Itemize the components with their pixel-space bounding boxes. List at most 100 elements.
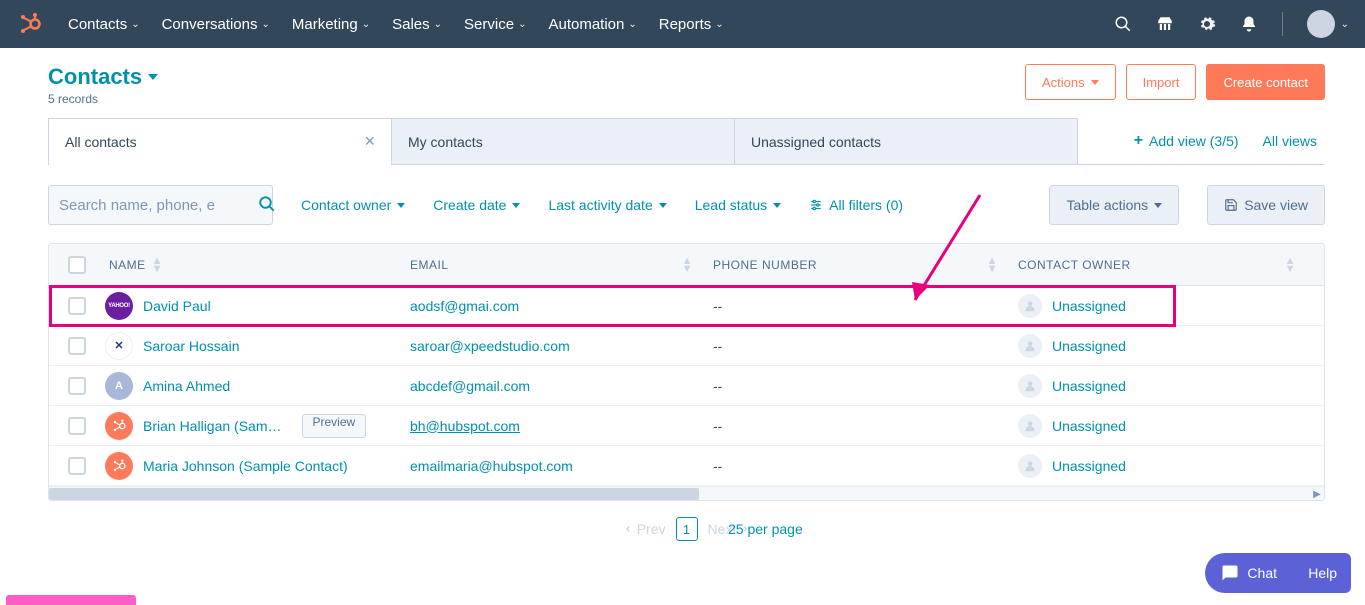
table-row[interactable]: ✕Saroar Hossainsaroar@xpeedstudio.com--U…: [49, 326, 1324, 366]
filter-contact-owner[interactable]: Contact owner: [301, 197, 405, 213]
email-link[interactable]: emailmaria@hubspot.com: [410, 458, 573, 474]
cell-email: bh@hubspot.com: [410, 418, 713, 434]
filter-lead-status[interactable]: Lead status: [695, 197, 781, 213]
email-link[interactable]: abcdef@gmail.com: [410, 378, 530, 394]
cell-phone: --: [713, 378, 1018, 394]
chevron-down-icon: [1154, 203, 1162, 208]
contact-name-link[interactable]: Brian Halligan (Sam…: [143, 418, 282, 434]
nav-conversations[interactable]: Conversations⌄: [162, 16, 270, 33]
column-owner[interactable]: CONTACT OWNER▲▼: [1018, 257, 1324, 273]
view-tabs: All contacts × My contacts Unassigned co…: [48, 118, 1325, 165]
contact-name-link[interactable]: David Paul: [143, 298, 211, 314]
cell-email: abcdef@gmail.com: [410, 378, 713, 394]
filter-last-activity[interactable]: Last activity date: [548, 197, 666, 213]
email-link[interactable]: aodsf@gmai.com: [410, 298, 519, 314]
filter-bar: Contact owner Create date Last activity …: [48, 185, 1325, 225]
tab-label: Unassigned contacts: [751, 134, 881, 150]
tab-unassigned-contacts[interactable]: Unassigned contacts: [734, 118, 1078, 164]
cell-phone: --: [713, 418, 1018, 434]
actions-button[interactable]: Actions: [1025, 64, 1116, 100]
preview-button[interactable]: Preview: [302, 414, 367, 438]
nav-service[interactable]: Service⌄: [464, 16, 526, 33]
help-widget[interactable]: Help: [1294, 553, 1351, 593]
per-page-select[interactable]: 25 per page: [728, 521, 809, 537]
sort-icon: ▲▼: [1285, 257, 1296, 273]
gear-icon[interactable]: [1198, 15, 1216, 33]
email-link[interactable]: saroar@xpeedstudio.com: [410, 338, 570, 354]
column-phone[interactable]: PHONE NUMBER▲▼: [713, 257, 1018, 273]
bell-icon[interactable]: [1240, 15, 1258, 33]
cell-phone: --: [713, 298, 1018, 314]
chevron-down-icon: [1091, 80, 1099, 85]
table-row[interactable]: Maria Johnson (Sample Contact) emailmaria…: [49, 446, 1324, 486]
user-avatar: [1307, 10, 1335, 38]
sort-icon: ▲▼: [682, 257, 693, 273]
all-filters-button[interactable]: All filters (0): [809, 197, 903, 213]
nav-marketing[interactable]: Marketing⌄: [292, 16, 370, 33]
close-icon[interactable]: ×: [364, 131, 375, 152]
chat-widget[interactable]: Chat: [1205, 553, 1293, 593]
page-number[interactable]: 1: [676, 517, 698, 541]
search-input-wrap: [48, 185, 273, 225]
owner-link[interactable]: Unassigned: [1052, 378, 1126, 394]
filter-create-date[interactable]: Create date: [433, 197, 520, 213]
cell-name: AAmina Ahmed: [105, 372, 410, 400]
contact-avatar: ✕: [105, 332, 133, 360]
email-link[interactable]: bh@hubspot.com: [410, 418, 520, 434]
contact-name-link[interactable]: Amina Ahmed: [143, 378, 230, 394]
hubspot-logo[interactable]: [16, 10, 44, 38]
all-views-link[interactable]: All views: [1263, 133, 1317, 149]
owner-avatar: [1018, 294, 1042, 318]
owner-avatar: [1018, 454, 1042, 478]
search-icon[interactable]: [1114, 15, 1132, 33]
nav-sales[interactable]: Sales⌄: [392, 16, 442, 33]
nav-contacts[interactable]: Contacts⌄: [68, 16, 140, 33]
nav-reports[interactable]: Reports⌄: [659, 16, 724, 33]
owner-link[interactable]: Unassigned: [1052, 458, 1126, 474]
import-button[interactable]: Import: [1126, 64, 1197, 100]
table-row[interactable]: YAHOO! David Paul aodsf@gmai.com -- Unassign…: [49, 286, 1324, 326]
search-icon[interactable]: [258, 195, 276, 216]
cell-owner: Unassigned: [1018, 374, 1324, 398]
row-checkbox[interactable]: [68, 297, 86, 315]
page-title[interactable]: Contacts: [48, 64, 158, 90]
row-checkbox[interactable]: [68, 337, 86, 355]
owner-link[interactable]: Unassigned: [1052, 418, 1126, 434]
row-checkbox[interactable]: [68, 417, 86, 435]
contact-avatar: YAHOO!: [105, 292, 133, 320]
tab-all-contacts[interactable]: All contacts ×: [48, 118, 392, 164]
owner-link[interactable]: Unassigned: [1052, 298, 1126, 314]
contacts-table: NAME▲▼ EMAIL▲▼ PHONE NUMBER▲▼ CONTACT OW…: [48, 243, 1325, 501]
select-all-checkbox[interactable]: [68, 256, 86, 274]
chevron-down-icon: [148, 74, 158, 80]
sort-icon: ▲▼: [152, 257, 163, 273]
column-email[interactable]: EMAIL▲▼: [410, 257, 713, 273]
marketplace-icon[interactable]: [1156, 15, 1174, 33]
cell-name: YAHOO! David Paul: [105, 292, 410, 320]
account-menu[interactable]: ⌄: [1307, 10, 1349, 38]
table-row[interactable]: AAmina Ahmedabcdef@gmail.com -- Unassigned: [49, 366, 1324, 406]
contact-name-link[interactable]: Maria Johnson (Sample Contact): [143, 458, 348, 474]
top-nav: Contacts⌄ Conversations⌄ Marketing⌄ Sale…: [0, 0, 1365, 48]
chevron-down-icon: [397, 203, 405, 208]
table-actions-button[interactable]: Table actions: [1049, 185, 1179, 225]
horizontal-scrollbar[interactable]: ◀▶: [49, 486, 1324, 500]
owner-avatar: [1018, 334, 1042, 358]
column-name[interactable]: NAME▲▼: [105, 257, 410, 273]
nav-menu: Contacts⌄ Conversations⌄ Marketing⌄ Sale…: [68, 16, 1114, 33]
prev-button[interactable]: Prev: [623, 521, 666, 537]
cell-email: emailmaria@hubspot.com: [410, 458, 713, 474]
create-contact-button[interactable]: Create contact: [1206, 64, 1325, 100]
contact-name-link[interactable]: Saroar Hossain: [143, 338, 240, 354]
cell-owner: Unassigned: [1018, 294, 1324, 318]
add-view-button[interactable]: +Add view (3/5): [1134, 132, 1239, 150]
table-row[interactable]: Brian Halligan (Sam… Preview bh@hubspot.co…: [49, 406, 1324, 446]
nav-automation[interactable]: Automation⌄: [548, 16, 636, 33]
search-input[interactable]: [59, 197, 258, 214]
save-view-button[interactable]: Save view: [1207, 185, 1325, 225]
tab-my-contacts[interactable]: My contacts: [391, 118, 735, 164]
owner-link[interactable]: Unassigned: [1052, 338, 1126, 354]
row-checkbox[interactable]: [68, 377, 86, 395]
pagination: Prev 1 Next 25 per page: [48, 517, 1325, 541]
row-checkbox[interactable]: [68, 457, 86, 475]
